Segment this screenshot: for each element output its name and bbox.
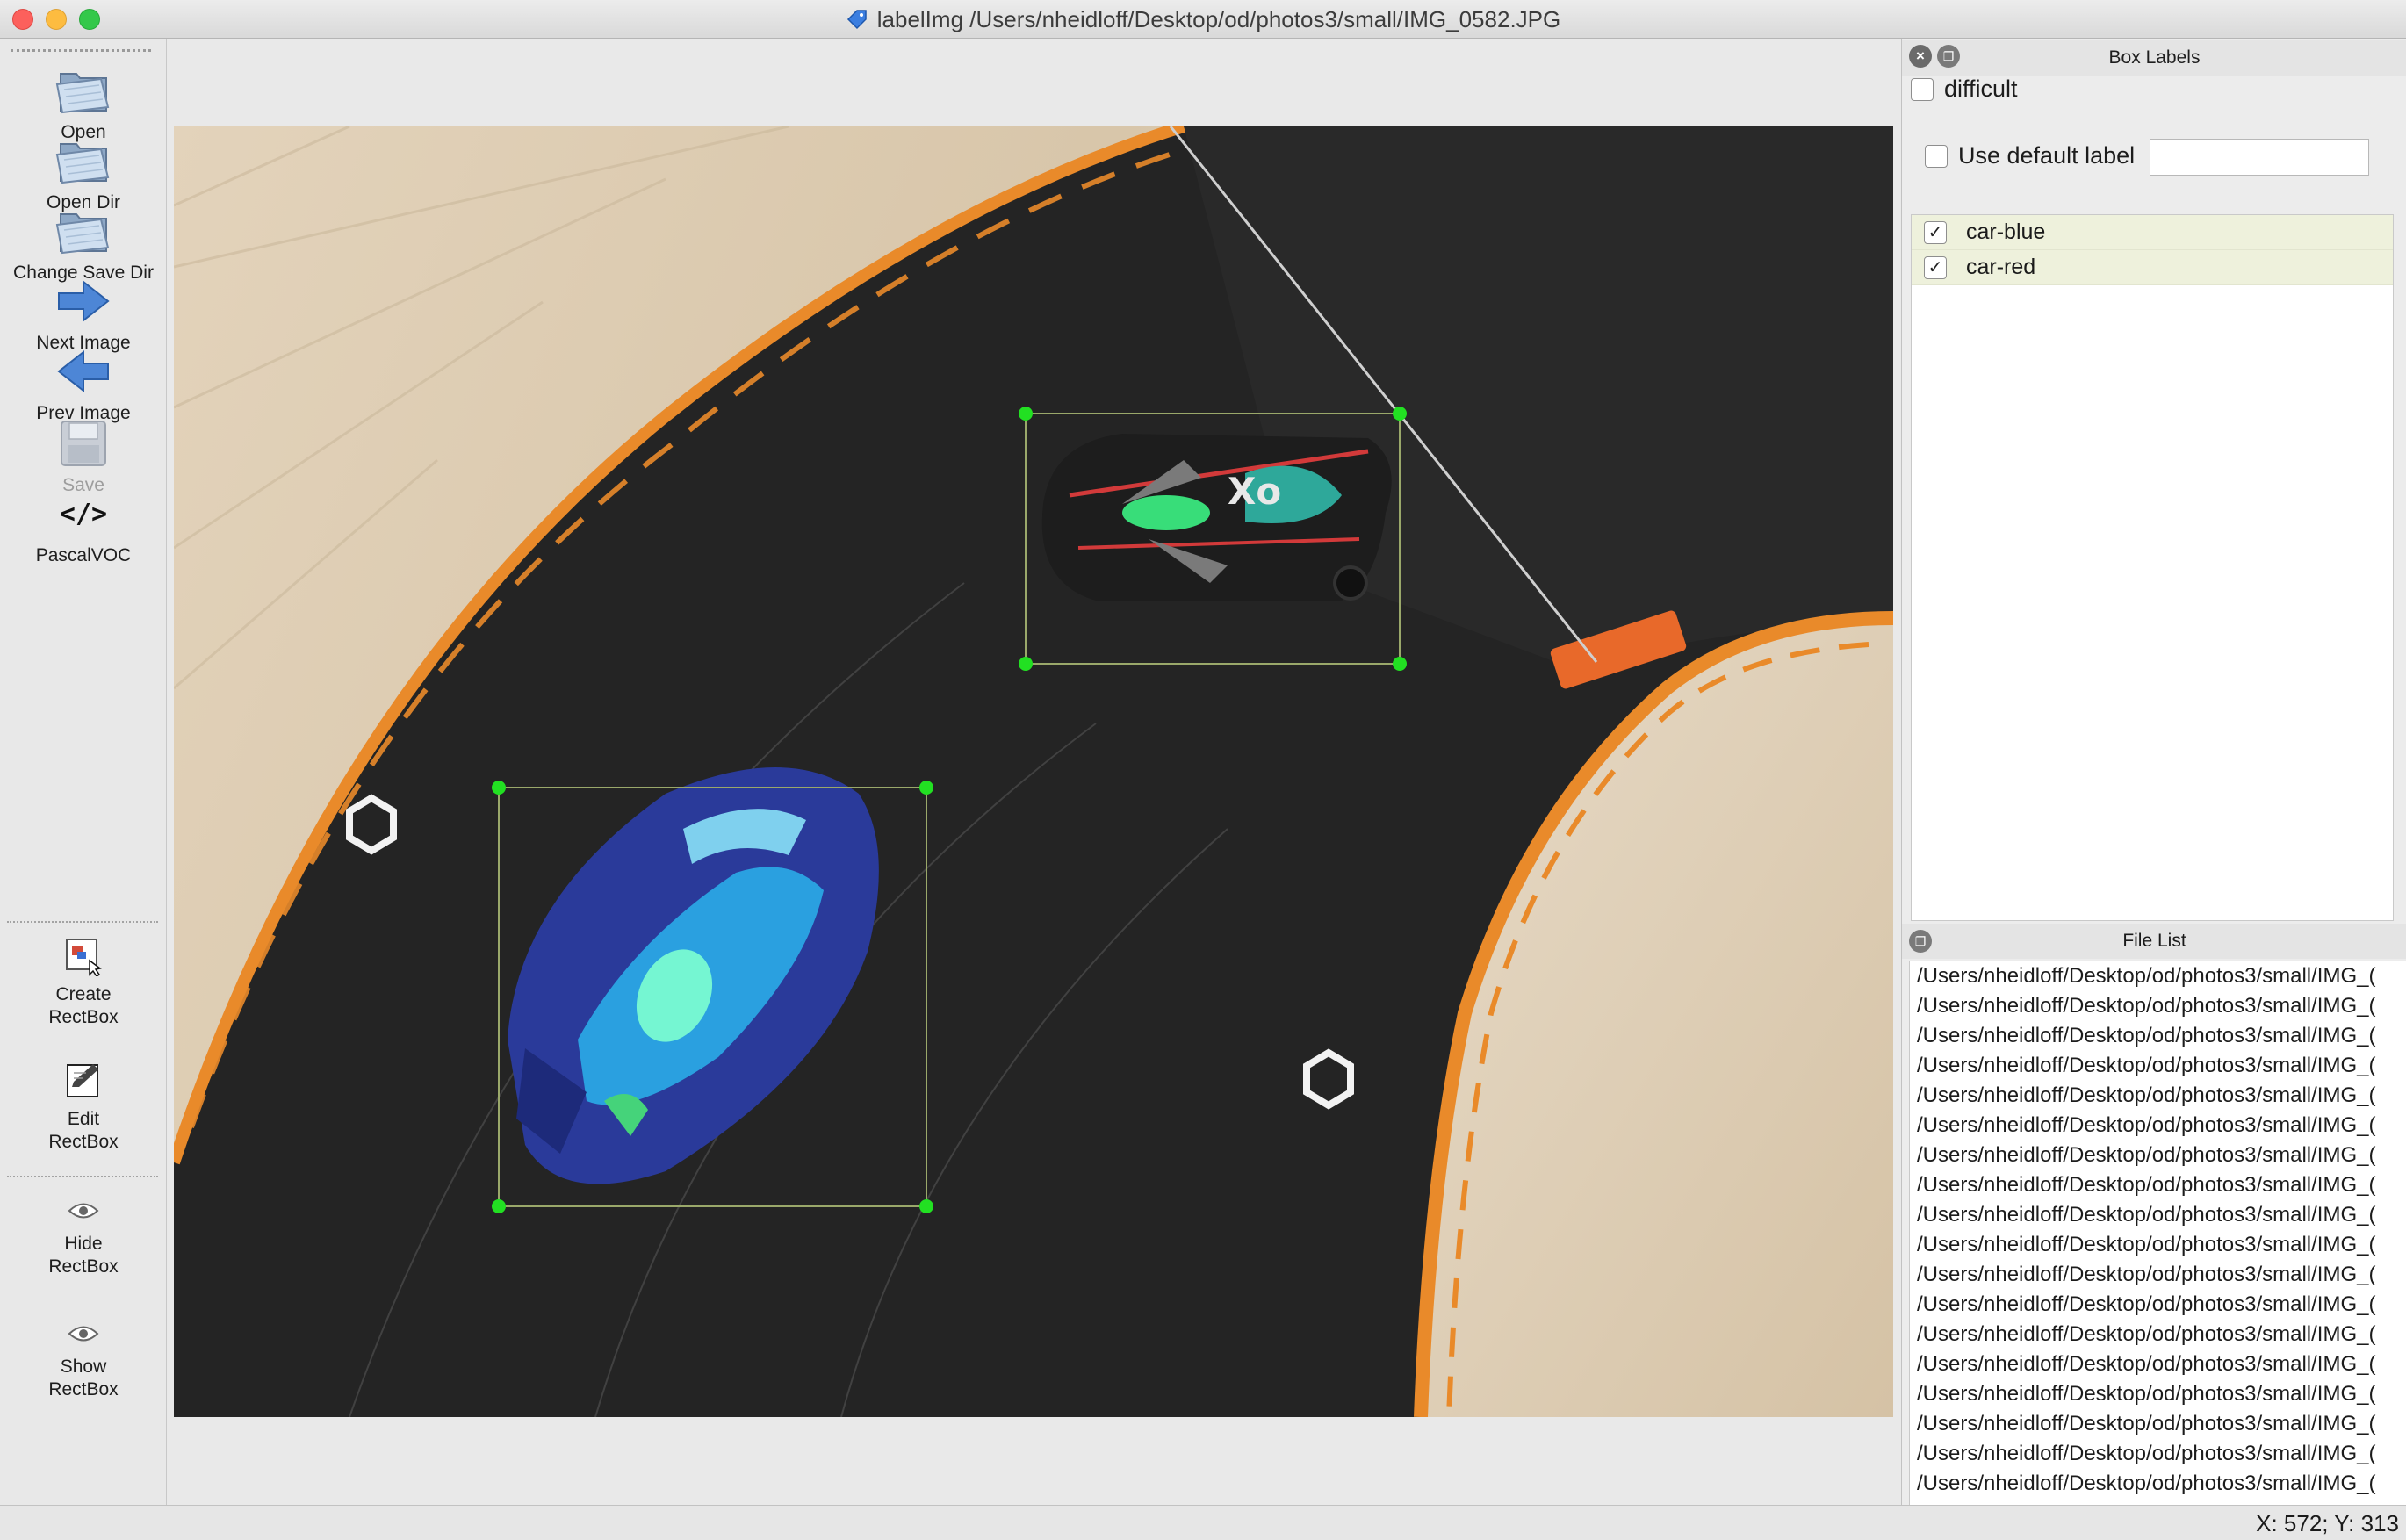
folder-open-icon <box>53 130 114 191</box>
close-icon[interactable]: × <box>1909 45 1932 68</box>
file-list-item[interactable]: /Users/nheidloff/Desktop/od/photos3/smal… <box>1910 1349 2406 1379</box>
image-canvas[interactable]: Xo <box>167 39 1901 1505</box>
file-list-item[interactable]: /Users/nheidloff/Desktop/od/photos3/smal… <box>1910 1200 2406 1230</box>
show-rectbox-button[interactable]: Show RectBox <box>0 1312 167 1401</box>
file-list-item[interactable]: /Users/nheidloff/Desktop/od/photos3/smal… <box>1910 1021 2406 1051</box>
file-list-item[interactable]: /Users/nheidloff/Desktop/od/photos3/smal… <box>1910 1141 2406 1170</box>
title-bar: labelImg /Users/nheidloff/Desktop/od/pho… <box>0 0 2406 39</box>
label-item-car-blue[interactable]: ✓ car-blue <box>1912 215 2393 250</box>
file-list-item[interactable]: /Users/nheidloff/Desktop/od/photos3/smal… <box>1910 1409 2406 1439</box>
file-list[interactable]: /Users/nheidloff/Desktop/od/photos3/smal… <box>1909 961 2406 1540</box>
label-visible-checkbox[interactable]: ✓ <box>1924 255 1947 279</box>
bbox-handle[interactable] <box>1019 407 1033 421</box>
file-list-title-bar: File List <box>1902 924 2406 959</box>
arrow-right-icon <box>53 270 114 332</box>
code-brackets-icon: </> <box>59 498 108 529</box>
folder-open-icon <box>53 200 114 262</box>
file-list-item[interactable]: /Users/nheidloff/Desktop/od/photos3/smal… <box>1910 1111 2406 1141</box>
show-rectbox-label: Show RectBox <box>48 1356 119 1400</box>
file-list-item[interactable]: /Users/nheidloff/Desktop/od/photos3/smal… <box>1910 1379 2406 1409</box>
eye-icon <box>53 1189 114 1233</box>
folder-open-icon <box>53 60 114 121</box>
edit-rectbox-label: Edit RectBox <box>48 1109 119 1152</box>
default-label-input[interactable] <box>2150 139 2369 176</box>
bbox-handle[interactable] <box>1393 657 1407 671</box>
photo-scene: Xo <box>174 126 1893 1417</box>
bbox-handle[interactable] <box>919 1199 933 1213</box>
arrow-left-icon <box>53 341 114 402</box>
pascal-voc-label: PascalVOC <box>35 545 132 565</box>
bbox-handle[interactable] <box>919 781 933 795</box>
file-list-item[interactable]: /Users/nheidloff/Desktop/od/photos3/smal… <box>1910 1320 2406 1349</box>
label-list[interactable]: ✓ car-blue ✓ car-red <box>1911 214 2394 921</box>
bbox-handle[interactable] <box>1019 657 1033 671</box>
file-list-item[interactable]: /Users/nheidloff/Desktop/od/photos3/smal… <box>1910 1051 2406 1081</box>
bbox-handle[interactable] <box>492 1199 506 1213</box>
cursor-coordinates: X: 572; Y: 313 <box>2256 1510 2399 1536</box>
file-list-item[interactable]: /Users/nheidloff/Desktop/od/photos3/smal… <box>1910 1170 2406 1200</box>
toolbar-separator <box>7 1176 158 1177</box>
hide-rectbox-label: Hide RectBox <box>48 1234 119 1277</box>
file-list-item[interactable]: /Users/nheidloff/Desktop/od/photos3/smal… <box>1910 1260 2406 1290</box>
edit-rectbox-button[interactable]: Edit RectBox <box>0 1054 167 1154</box>
status-bar: X: 572; Y: 313 <box>0 1505 2406 1540</box>
eye-icon <box>53 1312 114 1356</box>
create-rectbox-label: Create RectBox <box>48 984 119 1027</box>
edit-rectbox-icon <box>53 1054 114 1108</box>
float-panel-icon[interactable]: ❐ <box>1937 45 1960 68</box>
bbox-handle[interactable] <box>1393 407 1407 421</box>
use-default-label-checkbox[interactable] <box>1925 144 1948 168</box>
label-item-text: car-blue <box>1966 219 2046 244</box>
use-default-label-row[interactable]: Use default label <box>1925 142 2135 169</box>
file-list-item[interactable]: /Users/nheidloff/Desktop/od/photos3/smal… <box>1910 1439 2406 1469</box>
create-rectbox-button[interactable]: Create RectBox <box>0 929 167 1029</box>
toolbar-separator <box>7 921 158 923</box>
file-list-item[interactable]: /Users/nheidloff/Desktop/od/photos3/smal… <box>1910 1081 2406 1111</box>
label-item-car-red[interactable]: ✓ car-red <box>1912 250 2393 285</box>
file-list-item[interactable]: /Users/nheidloff/Desktop/od/photos3/smal… <box>1910 961 2406 991</box>
difficult-checkbox[interactable] <box>1911 77 1934 101</box>
file-list-item[interactable]: /Users/nheidloff/Desktop/od/photos3/smal… <box>1910 1469 2406 1499</box>
bbox-handle[interactable] <box>492 781 506 795</box>
use-default-label-text: Use default label <box>1958 142 2136 169</box>
file-list-title: File List <box>2122 931 2186 951</box>
difficult-label: difficult <box>1944 76 2018 102</box>
red-car: Xo <box>1041 434 1392 601</box>
svg-text:Xo: Xo <box>1228 470 1281 513</box>
file-list-item[interactable]: /Users/nheidloff/Desktop/od/photos3/smal… <box>1910 991 2406 1021</box>
label-item-text: car-red <box>1966 255 2036 279</box>
floppy-disk-icon <box>53 413 114 474</box>
toolbar-grip[interactable] <box>11 49 151 53</box>
pascal-voc-button[interactable]: </> PascalVOC <box>0 483 167 567</box>
label-tag-icon <box>846 10 867 30</box>
box-labels-title: Box Labels <box>2108 47 2201 68</box>
hide-rectbox-button[interactable]: Hide RectBox <box>0 1189 167 1278</box>
file-list-item[interactable]: /Users/nheidloff/Desktop/od/photos3/smal… <box>1910 1290 2406 1320</box>
main-toolbar: Open Open Dir Change Save Dir Next Image… <box>0 39 167 1505</box>
float-panel-icon[interactable]: ❐ <box>1909 930 1932 953</box>
right-dock: Box Labels × ❐ difficult Use default lab… <box>1901 39 2406 1540</box>
annotated-photo[interactable]: Xo <box>174 126 1893 1417</box>
label-visible-checkbox[interactable]: ✓ <box>1924 220 1947 244</box>
box-labels-title-bar: Box Labels <box>1902 40 2406 76</box>
window-title: labelImg /Users/nheidloff/Desktop/od/pho… <box>876 5 1561 32</box>
difficult-checkbox-row[interactable]: difficult <box>1911 76 2018 103</box>
window-title-group: labelImg /Users/nheidloff/Desktop/od/pho… <box>0 0 2406 39</box>
file-list-item[interactable]: /Users/nheidloff/Desktop/od/photos3/smal… <box>1910 1230 2406 1260</box>
create-rectbox-icon <box>53 929 114 983</box>
